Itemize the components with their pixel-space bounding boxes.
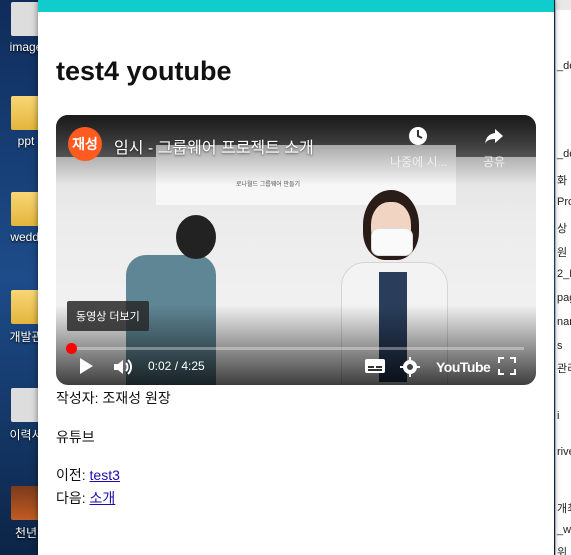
file-row[interactable]: i xyxy=(557,410,559,422)
captions-icon xyxy=(365,359,385,373)
prev-label: 이전: xyxy=(56,467,90,483)
person-head xyxy=(176,215,216,259)
share-icon xyxy=(466,125,522,149)
volume-icon xyxy=(114,359,132,375)
time-display: 0:02 / 4:25 xyxy=(148,359,205,373)
file-row[interactable]: 화 xyxy=(557,172,567,188)
background-explorer-window: _de _de 화 Pro 상 원 2_R pag narr s 관리 i ri… xyxy=(555,0,571,555)
play-icon xyxy=(80,358,93,374)
window-titlebar xyxy=(556,0,571,10)
folder-icon xyxy=(11,96,41,130)
gear-icon xyxy=(400,357,420,377)
watch-later-button[interactable]: 나중에 시... xyxy=(390,125,448,170)
image-file-icon xyxy=(11,486,41,520)
file-row[interactable]: 관리 xyxy=(557,360,571,376)
clock-icon xyxy=(390,125,446,149)
fullscreen-button[interactable] xyxy=(498,357,516,379)
next-post-row: 다음: 소개 xyxy=(56,488,115,508)
folder-icon xyxy=(11,290,41,324)
share-label: 공유 xyxy=(482,155,506,169)
file-row[interactable]: 상 xyxy=(557,220,567,236)
file-row[interactable]: _wo xyxy=(557,524,571,536)
youtube-logo[interactable]: YouTube xyxy=(436,359,491,375)
progress-bar[interactable] xyxy=(66,343,524,354)
next-post-link[interactable]: 소개 xyxy=(90,490,116,506)
popup-top-bar xyxy=(38,0,554,12)
next-label: 다음: xyxy=(56,490,90,506)
captions-button[interactable] xyxy=(364,357,386,379)
watch-later-label: 나중에 시... xyxy=(390,155,448,169)
file-row[interactable]: s xyxy=(557,340,563,352)
mute-button[interactable] xyxy=(112,357,134,379)
prev-post-row: 이전: test3 xyxy=(56,465,120,485)
more-videos-button[interactable]: 동영상 더보기 xyxy=(67,301,149,331)
person-mask xyxy=(371,228,413,256)
file-row[interactable]: rive xyxy=(557,446,571,458)
prev-post-link[interactable]: test3 xyxy=(90,467,120,483)
file-row[interactable]: 개최 xyxy=(557,500,571,516)
file-row[interactable]: 원 xyxy=(557,244,567,260)
share-button[interactable]: 공유 xyxy=(466,125,522,170)
channel-avatar[interactable]: 재성 xyxy=(68,127,102,161)
file-row[interactable]: _de xyxy=(557,148,571,160)
file-row[interactable]: _de xyxy=(557,60,571,72)
play-button[interactable] xyxy=(78,357,94,379)
file-row[interactable]: narr xyxy=(557,316,571,328)
image-file-icon xyxy=(11,2,41,36)
video-title-link[interactable]: 임시 - 그룹웨어 프로젝트 소개 xyxy=(114,134,314,158)
settings-button[interactable] xyxy=(400,357,420,379)
page-title: test4 youtube xyxy=(56,56,232,86)
fullscreen-icon xyxy=(498,357,516,375)
category-text: 유튜브 xyxy=(56,429,95,445)
author-text: 작성자: 조재성 원장 xyxy=(56,390,171,406)
file-row[interactable]: Pro xyxy=(557,196,571,208)
post-popup-window: test4 youtube 로나월드 그룹웨어 만들기 재성 임시 - 그룹웨어… xyxy=(38,0,554,555)
file-row[interactable]: pag xyxy=(557,292,571,304)
folder-icon xyxy=(11,192,41,226)
file-row[interactable]: 위 xyxy=(557,544,567,555)
file-row[interactable]: 2_R xyxy=(557,268,571,280)
document-icon xyxy=(11,388,41,422)
youtube-player[interactable]: 로나월드 그룹웨어 만들기 재성 임시 - 그룹웨어 프로젝트 소개 나중에 시… xyxy=(56,115,536,385)
